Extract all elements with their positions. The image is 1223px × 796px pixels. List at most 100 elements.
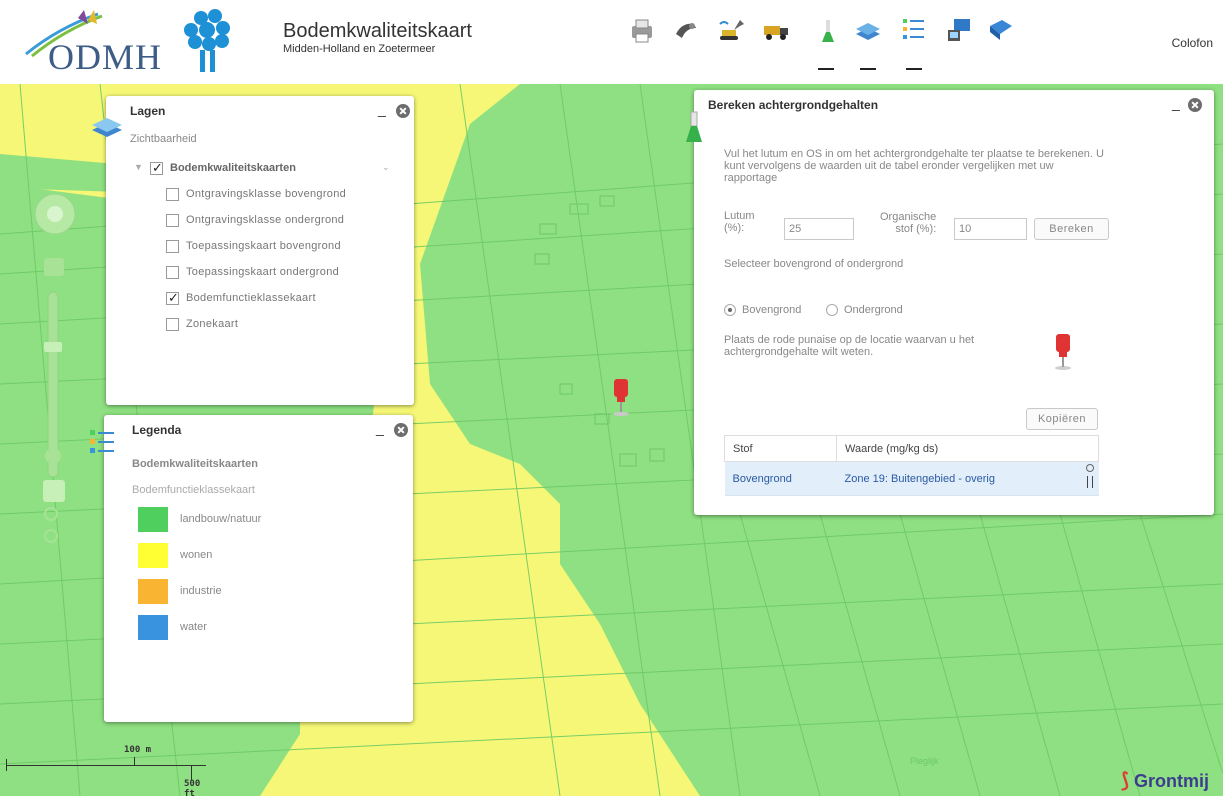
toolbar-indicator <box>860 68 876 70</box>
layers-panel-icon <box>92 118 122 137</box>
book-icon[interactable] <box>986 16 1014 44</box>
app-title: Bodemkwaliteitskaart <box>283 20 472 42</box>
flask-icon[interactable] <box>814 16 842 44</box>
radio-bovengrond[interactable] <box>724 304 736 316</box>
minimize-button[interactable]: _ <box>378 102 390 116</box>
tree-logo <box>184 9 230 72</box>
layer-item: Zonekaart <box>186 318 239 330</box>
legend-panel-title: Legenda <box>132 423 182 437</box>
os-label-line1: Organische <box>880 211 937 223</box>
lutum-label-line1: Lutum <box>724 210 755 222</box>
layer-item: Toepassingskaart ondergrond <box>186 266 340 278</box>
close-button[interactable] <box>1188 98 1202 112</box>
table-header-row: Stof Waarde (mg/kg ds) <box>724 435 1099 462</box>
scroll-thumb[interactable] <box>1087 476 1093 488</box>
legend-label: landbouw/natuur <box>180 513 262 525</box>
options-dropdown-icon[interactable]: ⌄ <box>382 162 390 173</box>
legend-panel: Legenda _ Bodemkwaliteitskaarten Bodemfu… <box>90 415 413 722</box>
legend-panel-icon <box>90 430 114 453</box>
calc-intro-text: Vul het lutum en OS in om het achtergron… <box>724 148 1104 184</box>
layer-checkbox[interactable] <box>166 214 179 227</box>
scroll-up-icon[interactable] <box>1086 464 1094 472</box>
layer-checkbox[interactable] <box>166 188 179 201</box>
legend-swatch-industrie <box>138 579 168 604</box>
truck-icon[interactable] <box>762 16 790 44</box>
legend-swatch-landbouw <box>138 507 168 532</box>
radio-bovengrond-label: Bovengrond <box>742 304 802 316</box>
expand-arrow-icon[interactable]: ▼ <box>134 162 143 172</box>
road-label: Pleglijk <box>910 756 939 766</box>
legend-swatch-wonen <box>138 543 168 568</box>
lutum-label-line2: (%): <box>724 222 745 234</box>
table-cell: Zone 19: Buitengebied - overig <box>836 461 1099 496</box>
legend-group-title: Bodemkwaliteitskaarten <box>132 458 258 470</box>
os-label: Organische stof (%): <box>880 211 936 235</box>
legend-label: wonen <box>180 549 213 561</box>
flask-icon <box>686 111 702 142</box>
calc-background-panel: Bereken achtergrondgehalten _ Vul het lu… <box>686 90 1214 515</box>
grontmij-logo-icon: ⟆ <box>1121 770 1129 792</box>
pc-icon[interactable] <box>946 16 974 44</box>
excavator-icon[interactable] <box>718 16 746 44</box>
results-table: Stof Waarde (mg/kg ds) Bovengrond Zone 1… <box>724 435 1099 496</box>
layer-item: Ontgravingsklasse bovengrond <box>186 188 347 200</box>
minimize-button[interactable]: _ <box>376 421 388 435</box>
legend-swatch-water <box>138 615 168 640</box>
visibility-label: Zichtbaarheid <box>130 133 197 145</box>
scale-tick <box>134 757 135 765</box>
layer-item: Toepassingskaart bovengrond <box>186 240 341 252</box>
layer-checkbox[interactable] <box>166 240 179 253</box>
zoom-pan-control[interactable] <box>30 194 80 554</box>
print-icon[interactable] <box>628 16 656 44</box>
main-toolbar <box>628 8 1048 78</box>
legend-list-icon[interactable] <box>900 16 928 44</box>
layer-checkbox[interactable] <box>166 290 179 306</box>
lutum-label: Lutum (%): <box>724 210 755 234</box>
scale-tick <box>6 759 7 771</box>
layer-item: Bodemfunctieklassekaart <box>186 292 316 304</box>
group-checkbox[interactable] <box>150 160 163 176</box>
organic-matter-input[interactable] <box>954 218 1027 240</box>
layers-icon[interactable] <box>854 16 882 44</box>
table-row[interactable]: Bovengrond Zone 19: Buitengebied - overi… <box>724 461 1099 496</box>
layer-checkbox[interactable] <box>166 266 179 279</box>
layer-checkbox[interactable] <box>166 318 179 331</box>
layers-panel: Lagen _ Zichtbaarheid ▼ Bodemkwaliteitsk… <box>92 96 414 405</box>
table-cell: Bovengrond <box>724 461 837 496</box>
radio-ondergrond[interactable] <box>826 304 838 316</box>
grontmij-label: Grontmij <box>1134 771 1209 791</box>
layers-panel-title: Lagen <box>130 104 166 118</box>
lutum-input[interactable] <box>784 218 854 240</box>
table-scrollbar[interactable] <box>1084 464 1096 492</box>
colofon-link[interactable]: Colofon <box>1172 36 1213 50</box>
scale-bar: 100 m 500 ft <box>6 745 216 796</box>
red-pushpin-icon[interactable] <box>1050 332 1076 372</box>
layer-item: Ontgravingsklasse ondergrond <box>186 214 345 226</box>
copy-button[interactable]: Kopiëren <box>1026 408 1098 430</box>
legend-label: water <box>180 621 207 633</box>
toolbar-indicator <box>906 68 922 70</box>
layer-group-label: Bodemkwaliteitskaarten <box>170 162 296 174</box>
legend-sub-title: Bodemfunctieklassekaart <box>132 484 255 496</box>
calc-panel-title: Bereken achtergrondgehalten <box>708 98 879 112</box>
odmh-logo-text: ODMH <box>48 37 163 77</box>
close-button[interactable] <box>396 104 410 118</box>
drill-icon[interactable] <box>672 16 700 44</box>
calculate-button[interactable]: Bereken <box>1034 218 1109 240</box>
scale-imperial-label: 500 ft <box>184 779 201 796</box>
minimize-button[interactable]: _ <box>1172 96 1184 110</box>
scale-metric-label: 100 m <box>124 745 152 755</box>
grontmij-attribution: ⟆ Grontmij <box>1121 768 1209 793</box>
os-label-line2: stof (%): <box>895 223 937 235</box>
app-header: ODMH Bodemkwaliteitskaart Midden-Holland… <box>0 0 1223 84</box>
close-button[interactable] <box>394 423 408 437</box>
legend-label: industrie <box>180 585 222 597</box>
select-layer-text: Selecteer bovengrond of ondergrond <box>724 258 904 270</box>
app-subtitle: Midden-Holland en Zoetermeer <box>283 43 436 55</box>
column-header: Stof <box>724 435 837 462</box>
scale-line <box>6 765 206 766</box>
pushpin-instruction: Plaats de rode punaise op de locatie waa… <box>724 334 975 358</box>
radio-ondergrond-label: Ondergrond <box>844 304 903 316</box>
toolbar-indicator <box>818 68 834 70</box>
column-header: Waarde (mg/kg ds) <box>836 435 1099 462</box>
